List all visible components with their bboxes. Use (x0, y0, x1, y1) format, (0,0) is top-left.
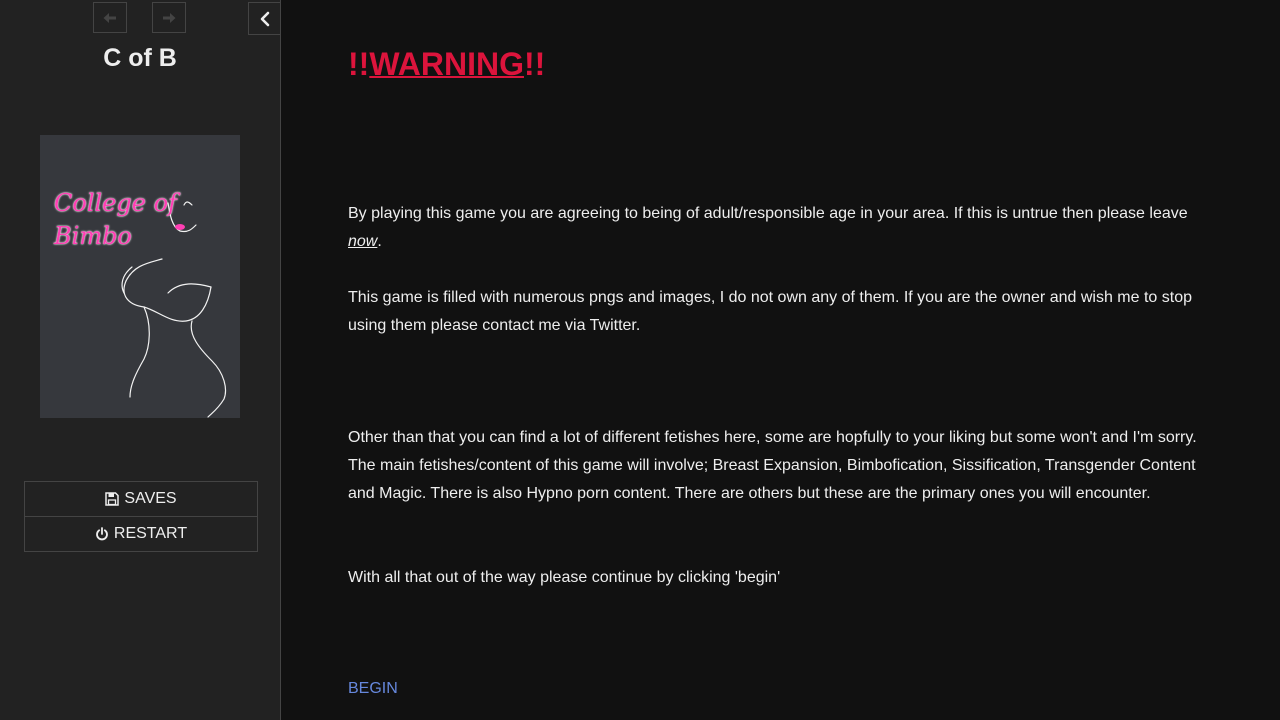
warning-word: WARNING (369, 46, 524, 82)
sidebar-toggle-button[interactable] (248, 2, 281, 35)
arrow-left-icon (103, 12, 116, 23)
age-warning-emphasis: now (348, 233, 378, 250)
begin-link[interactable]: BEGIN (348, 680, 398, 698)
image-ownership-paragraph: This game is filled with numerous pngs a… (348, 289, 1192, 334)
woman-silhouette-illustration (121, 201, 227, 418)
warning-suffix: !! (523, 46, 546, 82)
chevron-left-icon (260, 11, 269, 26)
age-warning-text: By playing this game you are agreeing to… (348, 205, 1188, 222)
content-warning-paragraph: Other than that you can find a lot of di… (348, 429, 1197, 502)
sidebar: C of B College of Bimbo SAVES RESTART (0, 0, 281, 720)
power-icon (96, 527, 108, 541)
restart-label: RESTART (113, 525, 188, 542)
cover-title-line2: Bimbo (54, 222, 132, 250)
saves-button[interactable]: SAVES (25, 482, 257, 516)
saves-label: SAVES (124, 490, 177, 507)
continue-instruction-paragraph: With all that out of the way please cont… (348, 569, 781, 586)
cover-title-line1: College of (54, 189, 177, 217)
sidebar-menu: SAVES RESTART (24, 481, 258, 552)
story-banner-image: College of Bimbo (40, 135, 240, 418)
warning-prefix: !! (348, 46, 370, 82)
history-back-button[interactable] (93, 2, 127, 33)
story-title: C of B (103, 44, 177, 72)
arrow-right-icon (163, 12, 176, 23)
restart-button[interactable]: RESTART (25, 516, 257, 551)
history-forward-button[interactable] (152, 2, 186, 33)
save-icon (105, 492, 120, 506)
warning-heading: !!WARNING!! (348, 46, 545, 83)
age-warning-paragraph: By playing this game you are agreeing to… (348, 200, 1218, 256)
cover-title-text: College of Bimbo (54, 187, 177, 253)
age-warning-period: . (377, 233, 382, 250)
